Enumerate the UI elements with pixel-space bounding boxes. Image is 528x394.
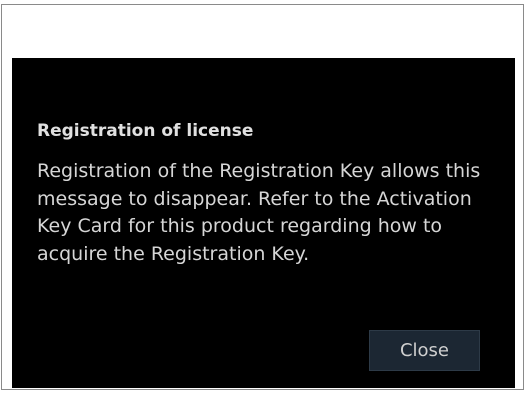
dialog-message: Registration of the Registration Key all… <box>37 160 481 265</box>
close-button[interactable]: Close <box>369 330 480 371</box>
license-dialog: Registration of license Registration of … <box>12 58 515 388</box>
dialog-title: Registration of license <box>37 121 254 141</box>
